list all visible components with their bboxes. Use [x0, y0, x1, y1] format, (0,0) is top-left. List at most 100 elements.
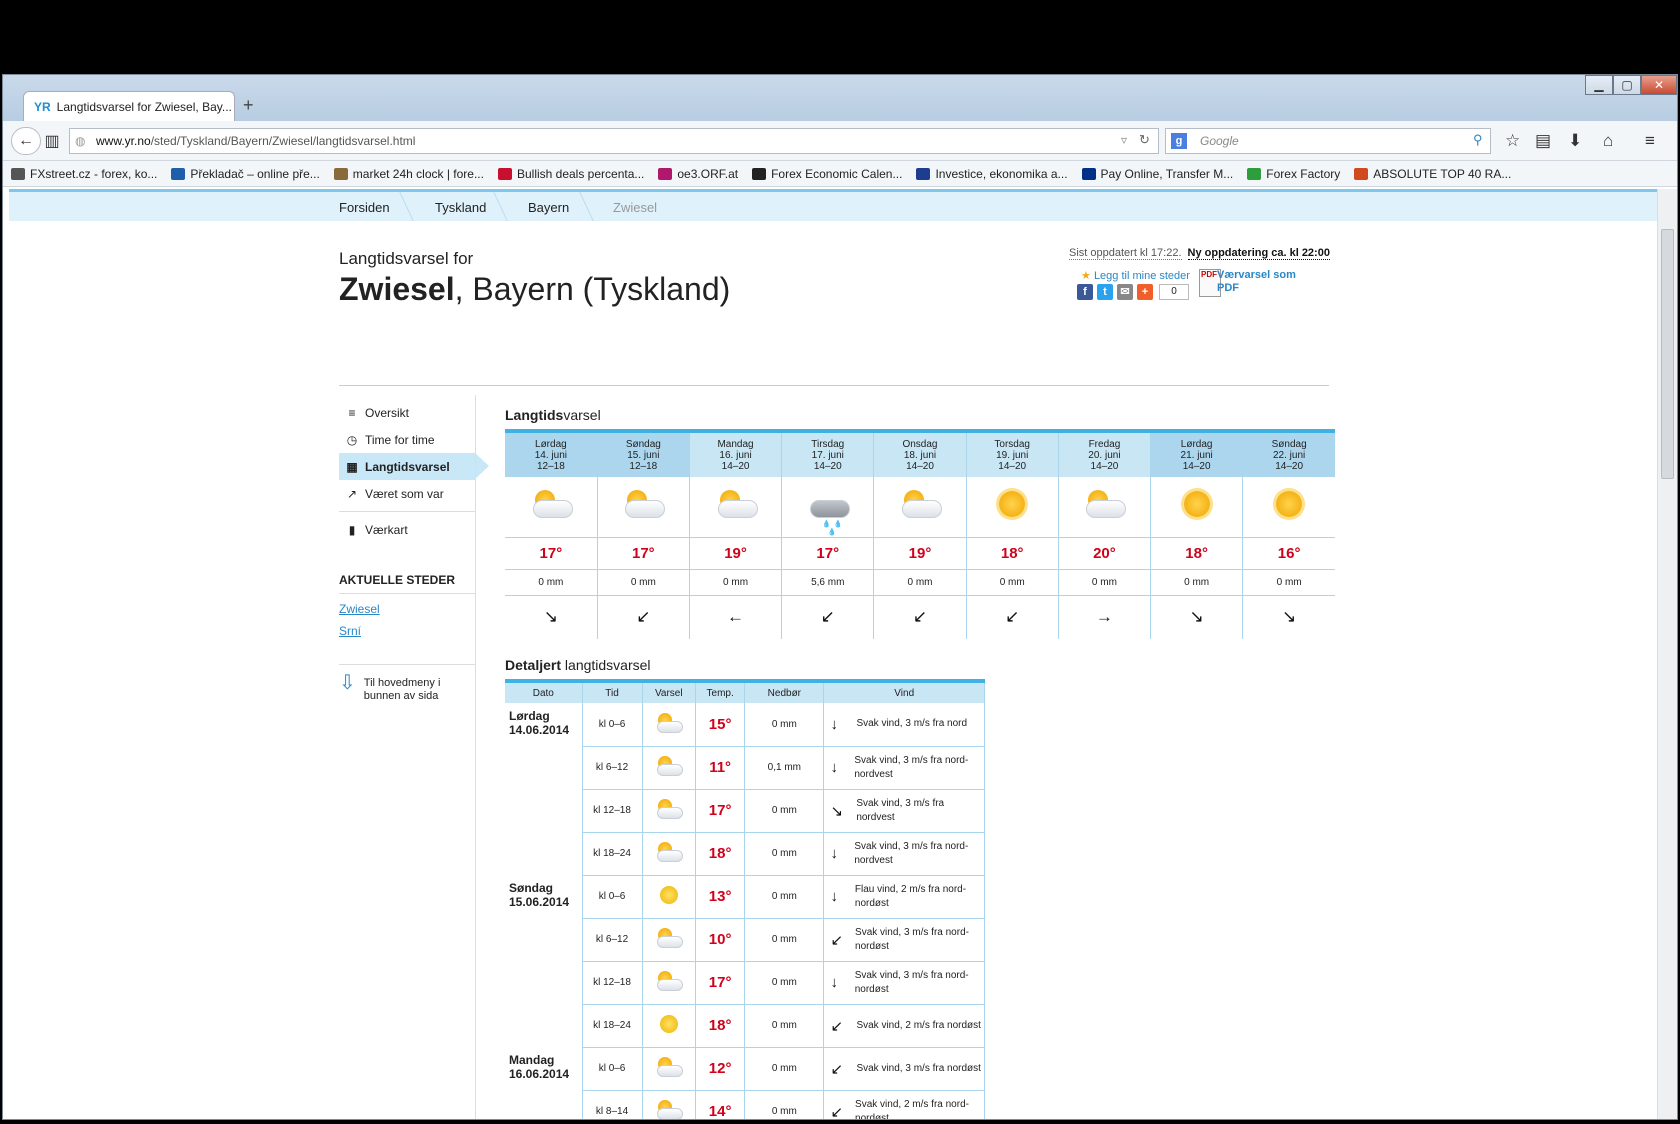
bookmark-item[interactable]: Bullish deals percenta... — [497, 167, 644, 181]
forecast-icon-cell — [873, 477, 967, 538]
bookmark-item[interactable]: market 24h clock | fore... — [333, 167, 484, 181]
breadcrumb-bayern[interactable]: Bayern — [528, 200, 569, 215]
column-header: Vind — [823, 681, 985, 703]
place-link-srni[interactable]: Srní — [339, 624, 475, 638]
column-header: Varsel — [642, 681, 697, 703]
sidebar-item-time-for-time[interactable]: ◷ Time for time — [339, 426, 475, 453]
url-path: /sted/Tyskland/Bayern/Zwiesel/langtidsva… — [150, 134, 416, 148]
wind-text: Svak vind, 2 m/s fra nordøst — [856, 1019, 981, 1031]
scrollbar-thumb[interactable] — [1661, 229, 1674, 479]
browser-tab[interactable]: YR Langtidsvarsel for Zwiesel, Bay... — [23, 91, 235, 121]
google-icon[interactable]: g — [1171, 133, 1187, 149]
pdf-link[interactable]: Værvarsel som PDF — [1217, 269, 1296, 295]
day-header: Lørdag 14. juni 12–18 — [505, 431, 598, 477]
date-cell: Lørdag 14.06.2014 — [505, 703, 583, 875]
search-input[interactable]: Google — [1165, 128, 1491, 154]
wind-arrow-icon: ↘ — [830, 802, 844, 820]
wind-arrow-icon: ↓ — [830, 845, 838, 862]
minimize-icon[interactable]: ▁ — [1585, 75, 1613, 95]
bookmark-favicon-icon — [916, 167, 931, 180]
maximize-icon[interactable]: ▢ — [1613, 75, 1641, 95]
bookmark-favicon-icon — [658, 167, 673, 180]
history-icon[interactable]: ▥ — [41, 127, 63, 155]
to-main-menu-link[interactable]: ⇩ Til hovedmeny i bunnen av sida — [339, 664, 475, 703]
scrollbar[interactable] — [1657, 189, 1677, 1119]
wind-row: ↘ ↙ ← ↙ ↙ ↙ → ↘ ↘ — [505, 595, 1335, 639]
new-tab-icon[interactable]: + — [243, 95, 254, 116]
forecast-icon-cell — [642, 789, 697, 833]
table-row: Lørdag 14.06.2014 kl 0–6 15° 0 mm ↓ Svak vind,… — [505, 703, 985, 875]
column-header: Dato — [505, 681, 583, 703]
email-icon[interactable]: ✉ — [1117, 284, 1133, 300]
forecast-icon-cell — [642, 1047, 697, 1091]
place-link-zwiesel[interactable]: Zwiesel — [339, 602, 475, 616]
day-time: 12–18 — [629, 460, 658, 472]
sun-icon — [659, 1015, 678, 1033]
day-date: 21. juni — [1180, 449, 1213, 461]
back-icon[interactable]: ← — [11, 127, 41, 155]
wind-cell: ↓ Flau vind, 2 m/s fra nord-nordøst — [823, 875, 985, 919]
partly-cloudy-icon — [654, 927, 684, 949]
share-more-icon[interactable]: + — [1137, 284, 1153, 300]
clock-icon: ◷ — [346, 432, 358, 447]
day-date: 15. juni — [627, 449, 660, 461]
wind-text: Svak vind, 3 m/s fra nord-nordøst — [855, 926, 969, 952]
precipitation: 0 mm — [744, 1047, 825, 1091]
wind-cell: ↙ — [781, 595, 875, 639]
twitter-icon[interactable]: t — [1097, 284, 1113, 300]
bookmark-item[interactable]: Překladač – online pře... — [171, 167, 320, 181]
sidebar-item-label: Time for time — [365, 432, 435, 447]
graph-icon: ↗ — [346, 486, 358, 501]
breadcrumb-tyskland[interactable]: Tyskland — [435, 200, 486, 215]
precipitation: 0 mm — [744, 832, 825, 876]
precipitation: 0 mm — [744, 961, 825, 1005]
dropdown-icon[interactable]: ▿ — [1121, 133, 1127, 147]
wind-arrow-icon: ↙ — [830, 931, 844, 949]
wind-text: Svak vind, 3 m/s fra nord-nordvest — [854, 754, 969, 780]
sidebar-item-varet-som-var[interactable]: ↗ Været som var — [339, 480, 475, 507]
add-favorite-link[interactable]: ★ Legg til mine steder — [1081, 269, 1190, 282]
reload-icon[interactable]: ↻ — [1139, 132, 1150, 148]
date-day: Søndag — [509, 881, 553, 895]
reading-list-icon[interactable]: ▤ — [1535, 131, 1551, 151]
breadcrumb-forsiden[interactable]: Forsiden — [339, 200, 390, 215]
download-icon[interactable]: ⬇ — [1568, 131, 1582, 151]
longterm-title-bold: Langtids — [505, 407, 564, 423]
bookmark-item[interactable]: FXstreet.cz - forex, ko... — [11, 167, 157, 181]
wind-arrow-icon: ↘ — [1282, 607, 1297, 627]
bookmark-star-icon[interactable]: ☆ — [1505, 131, 1520, 151]
temperature: 17° — [505, 537, 598, 570]
time-cell: kl 6–12 — [582, 746, 643, 790]
bookmark-item[interactable]: oe3.ORF.at — [658, 167, 738, 181]
facebook-icon[interactable]: f — [1077, 284, 1093, 300]
bookmark-label: FXstreet.cz - forex, ko... — [30, 166, 158, 181]
home-icon[interactable]: ⌂ — [1603, 131, 1613, 151]
wind-cell: ↓ Svak vind, 3 m/s fra nord-nordvest — [823, 746, 985, 790]
day-date: 14. juni — [534, 449, 567, 461]
menu-icon[interactable]: ≡ — [1645, 131, 1655, 151]
wind-arrow-icon: → — [1095, 607, 1113, 627]
bookmark-item[interactable]: Investice, ekonomika a... — [916, 167, 1068, 181]
wind-arrow-icon: ↓ — [830, 974, 838, 991]
bookmark-favicon-icon — [752, 167, 767, 180]
bookmark-favicon-icon — [1247, 167, 1262, 180]
places-heading: AKTUELLE STEDER — [339, 573, 475, 594]
close-icon[interactable]: ✕ — [1641, 75, 1677, 95]
bookmark-item[interactable]: ABSOLUTE TOP 40 RA... — [1354, 167, 1511, 181]
day-time: 14–20 — [1182, 460, 1211, 472]
sidebar-item-langtidsvarsel[interactable]: ▦ Langtidsvarsel — [339, 453, 489, 480]
url-bar[interactable]: www.yr.no/sted/Tyskland/Bayern/Zwiesel/l… — [69, 128, 1159, 154]
bookmark-item[interactable]: Forex Economic Calen... — [752, 167, 902, 181]
sun-icon — [999, 491, 1026, 518]
temperature: 18° — [966, 537, 1059, 570]
breadcrumb-separator — [386, 192, 414, 221]
sidebar-item-varkart[interactable]: ▮ Værkart — [339, 516, 475, 543]
longterm-title-rest: varsel — [563, 407, 601, 423]
day-day: Fredag — [1088, 438, 1121, 450]
wind-arrow-icon: ↙ — [830, 1017, 844, 1035]
sidebar-item-oversikt[interactable]: ≡ Oversikt — [339, 399, 475, 426]
column-header: Tid — [582, 681, 643, 703]
bookmark-item[interactable]: Forex Factory — [1247, 167, 1340, 181]
bookmark-item[interactable]: Pay Online, Transfer M... — [1081, 167, 1233, 181]
search-icon[interactable]: ⚲ — [1473, 132, 1483, 148]
